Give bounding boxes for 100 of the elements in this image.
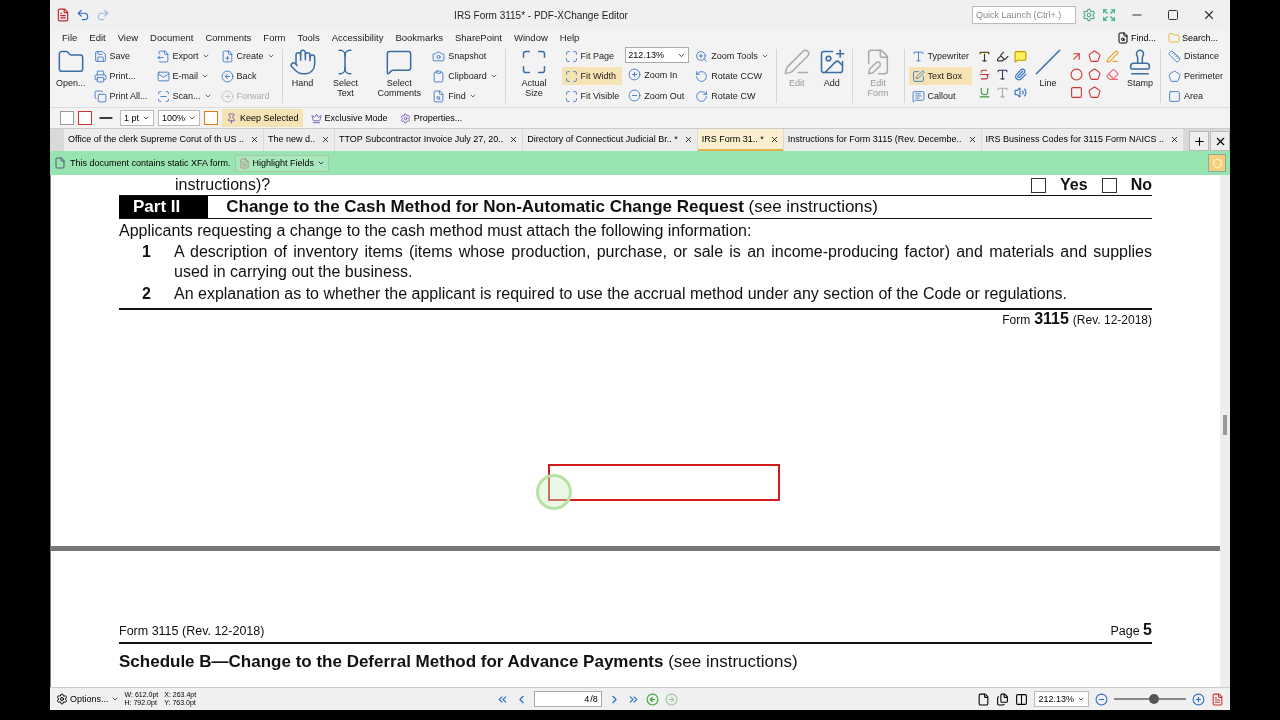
ribbon-button[interactable]: Text Box: [908, 67, 973, 85]
fullscreen-icon[interactable]: [1102, 8, 1116, 22]
document-tab[interactable]: Office of the clerk Supreme Corut of th US ..: [64, 129, 263, 151]
close-icon[interactable]: [320, 134, 330, 144]
ribbon-button[interactable]: Print...: [90, 67, 151, 85]
caret-icon[interactable]: [468, 92, 477, 100]
zoom-in-icon[interactable]: [628, 68, 642, 82]
menu-item[interactable]: Help: [559, 32, 580, 43]
typewriter-icon[interactable]: [911, 49, 925, 63]
ribbon-button[interactable]: Callout: [908, 87, 973, 105]
paperclip-icon[interactable]: [1013, 67, 1027, 81]
polygon-icon[interactable]: [1168, 69, 1182, 83]
maximize-icon[interactable]: [1167, 9, 1179, 21]
settings-icon[interactable]: [1082, 8, 1096, 22]
checkbox[interactable]: [1031, 177, 1047, 193]
vertical-scrollbar[interactable]: [1220, 175, 1230, 687]
toolbar-button[interactable]: Properties...: [395, 109, 467, 127]
caret-icon[interactable]: [188, 114, 197, 122]
ribbon-button[interactable]: Rotate CCW: [692, 67, 772, 85]
toolbar-button[interactable]: Keep Selected: [222, 109, 303, 127]
document-tab[interactable]: IRS Form 31.. *: [697, 129, 783, 151]
replace-text-icon[interactable]: [995, 67, 1009, 81]
menu-item[interactable]: File: [62, 32, 78, 43]
caret-icon[interactable]: [760, 52, 769, 60]
menu-button[interactable]: Search...: [1167, 31, 1218, 44]
page-number-field[interactable]: 4/8: [533, 691, 602, 707]
close-icon[interactable]: [249, 134, 259, 144]
ribbon-button[interactable]: Print All...: [90, 87, 151, 105]
fit-width-icon[interactable]: [564, 69, 578, 83]
ribbon-button[interactable]: Zoom In: [625, 66, 690, 84]
ribbon-button[interactable]: Select Text: [321, 45, 370, 107]
zoom-out-icon[interactable]: [1095, 692, 1108, 706]
ribbon-button[interactable]: Area: [1165, 87, 1227, 105]
printers-icon[interactable]: [93, 89, 107, 103]
menu-item[interactable]: Edit: [89, 32, 106, 43]
ribbon-button[interactable]: Stamp: [1124, 45, 1157, 107]
ribbon-button[interactable]: Fit Page: [561, 47, 623, 65]
menu-item[interactable]: Bookmarks: [395, 32, 443, 43]
line-icon[interactable]: [1034, 48, 1063, 76]
zoom-dropdown[interactable]: 212.13%: [625, 47, 690, 64]
camera-icon[interactable]: [432, 49, 446, 63]
highlight-text-icon[interactable]: [977, 49, 991, 63]
two-page-icon[interactable]: [1015, 692, 1029, 706]
ribbon-button[interactable]: Rotate CW: [692, 87, 772, 105]
hand-icon[interactable]: [288, 48, 317, 76]
text-box-outline[interactable]: [548, 464, 780, 501]
ribbon-button[interactable]: E-mail: [153, 67, 215, 85]
ribbon-button[interactable]: Add: [815, 45, 848, 107]
ribbon-button[interactable]: Line: [1032, 45, 1065, 107]
crown-icon[interactable]: [310, 112, 322, 124]
close-icon[interactable]: [769, 134, 779, 144]
eraser-icon[interactable]: [1105, 67, 1119, 81]
callout-icon[interactable]: [911, 89, 925, 103]
menu-item[interactable]: View: [117, 32, 139, 43]
options-button[interactable]: Options...: [56, 693, 119, 705]
ribbon-button[interactable]: Hand: [286, 45, 319, 107]
document-tab[interactable]: IRS Business Codes for 3115 Form NAICS ..: [981, 129, 1183, 151]
menu-item[interactable]: SharePoint: [455, 32, 502, 43]
document-tab[interactable]: The new d..: [263, 129, 334, 151]
ribbon-button[interactable]: Find: [429, 87, 501, 105]
zoom-field[interactable]: 212.13%: [1034, 691, 1089, 707]
menu-item[interactable]: Accessibility: [331, 32, 384, 43]
zoom-slider-thumb[interactable]: [1148, 694, 1159, 704]
document-tab[interactable]: Directory of Connecticut Judicial Br.. *: [523, 129, 697, 151]
ribbon-button[interactable]: Zoom Tools: [692, 47, 772, 65]
ribbon-button[interactable]: Zoom Out: [625, 86, 690, 105]
color-swatch[interactable]: [204, 111, 219, 125]
ribbon-button[interactable]: Fit Width: [561, 67, 623, 85]
zoom-out-icon[interactable]: [628, 89, 642, 103]
caret-icon[interactable]: [317, 159, 326, 167]
menu-item[interactable]: Comments: [205, 32, 252, 43]
strikethrough-icon[interactable]: [977, 67, 991, 81]
rectangle-icon[interactable]: [1069, 85, 1083, 99]
export-icon[interactable]: [156, 49, 170, 63]
close-icon[interactable]: [1169, 134, 1179, 144]
caret-icon[interactable]: [142, 114, 150, 122]
ribbon-button[interactable]: Typewriter: [908, 47, 973, 65]
ribbon-button[interactable]: Actual Size: [509, 45, 559, 107]
highlight-fields-button[interactable]: Highlight Fields: [234, 154, 330, 172]
fill-color-swatch[interactable]: [60, 111, 74, 125]
ribbon-button[interactable]: Select Comments: [372, 45, 427, 107]
menu-item[interactable]: Tools: [297, 32, 320, 43]
polygon-icon[interactable]: [1087, 49, 1101, 63]
caret-icon[interactable]: [489, 72, 498, 80]
caret-icon[interactable]: [110, 695, 119, 703]
ribbon-button[interactable]: Back: [217, 67, 278, 85]
close-icon[interactable]: [509, 134, 519, 144]
polygon-icon[interactable]: [1087, 85, 1101, 99]
circle-icon[interactable]: [1069, 67, 1083, 81]
zoom-icon[interactable]: [695, 49, 709, 63]
menu-button[interactable]: Find...: [1116, 31, 1156, 44]
comment-icon[interactable]: [385, 48, 414, 76]
sound-icon[interactable]: [1013, 85, 1027, 99]
area-icon[interactable]: [1168, 89, 1182, 103]
document-tab[interactable]: TTOP Subcontractor Invoice July 27, 20..: [334, 129, 523, 151]
document-tab[interactable]: Instructions for Form 3115 (Rev. Decembe..: [783, 129, 981, 151]
caret-icon[interactable]: [203, 92, 212, 100]
mail-icon[interactable]: [156, 69, 170, 83]
toolbar-button[interactable]: Exclusive Mode: [306, 109, 392, 127]
clipboard-icon[interactable]: [432, 69, 446, 83]
